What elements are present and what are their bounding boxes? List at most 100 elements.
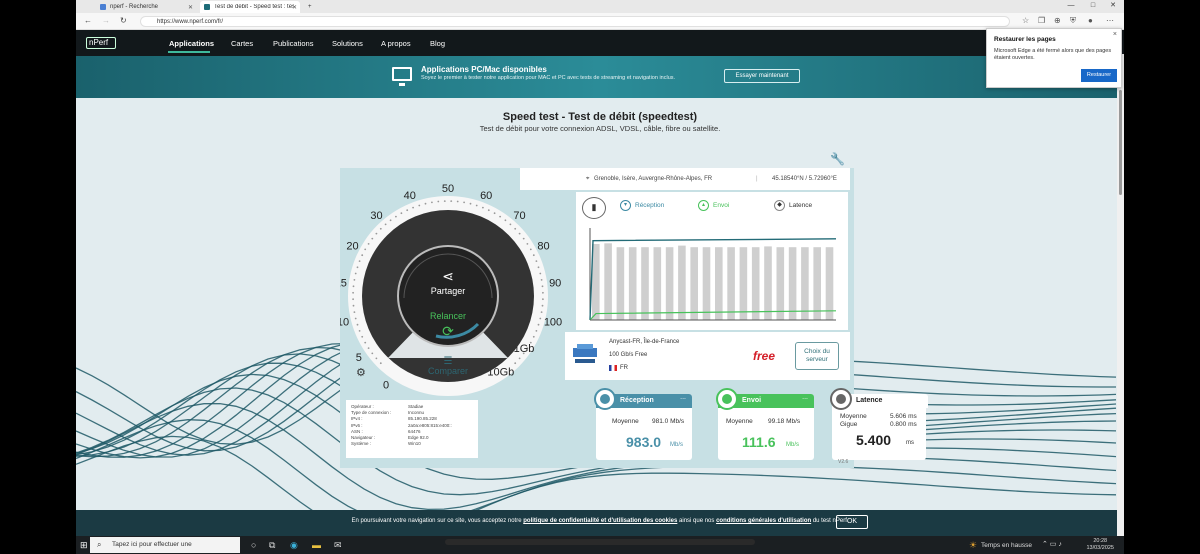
restart-button[interactable]: Relancer — [430, 311, 466, 321]
taskbar-search[interactable]: ⌕ Tapez ici pour effectuer une — [90, 537, 240, 553]
close-tab-icon[interactable]: ✕ — [292, 4, 297, 11]
widgets-icon[interactable]: ⧉ — [269, 539, 275, 551]
date: 13/03/2025 — [1086, 545, 1114, 551]
refresh-icon: ⟳ — [442, 323, 454, 339]
tray-icons[interactable]: ⌃ ▭ ♪ — [1042, 539, 1062, 551]
maximize-icon[interactable]: □ — [1082, 0, 1104, 12]
mail-icon[interactable]: ✉ — [334, 539, 342, 551]
active-nav-indicator — [168, 51, 210, 53]
sysinfo-value: Win10 — [408, 441, 421, 447]
server-card: Anycast-FR, Île-de-France 100 Gb/s Free … — [565, 332, 850, 380]
collections-icon[interactable]: ❐ — [1038, 16, 1045, 25]
nperf-logo[interactable]: nPerf — [86, 37, 116, 49]
url-field[interactable]: https://www.nperf.com/fr/ — [140, 16, 1010, 27]
explorer-icon[interactable]: ▬ — [312, 539, 321, 551]
settings-wrench-icon[interactable]: 🔧 — [830, 152, 845, 166]
profile-icon[interactable]: ● — [1088, 16, 1093, 25]
gauge-tick-dot — [541, 304, 544, 307]
more-dots-icon[interactable]: ... — [680, 394, 686, 401]
clock[interactable]: 20:28 13/03/2025 — [1086, 538, 1114, 552]
page-content: nPerf Applications Cartes Publications S… — [76, 30, 1124, 536]
cookie-text: En poursuivant votre navigation sur ce s… — [76, 518, 1124, 524]
scrollbar-thumb[interactable] — [1119, 90, 1122, 195]
gauge-tick-dot — [539, 317, 542, 320]
refresh-icon[interactable]: ↻ — [120, 16, 127, 25]
gauge-tick-dot — [364, 248, 367, 251]
tab-label: nperf - Recherche — [110, 4, 159, 10]
tab-strip: nperf - Recherche ✕ Test de débit - Speed… — [76, 0, 1124, 13]
gauge-tick-dot — [361, 254, 364, 257]
horizontal-scrollbar[interactable] — [445, 539, 755, 545]
result-reception: Réception ... Moyenne 981.0 Mb/s 983.0 M… — [594, 388, 692, 460]
gauge-tick-dot — [532, 335, 535, 338]
site-navbar: nPerf Applications Cartes Publications S… — [76, 30, 1124, 56]
gauge-tick-label: 40 — [404, 190, 416, 202]
close-tab-icon[interactable]: ✕ — [188, 4, 193, 11]
restore-pages-popup: Restaurer les pages × Microsoft Edge a é… — [986, 28, 1122, 88]
gauge-tick-label: 10 — [340, 316, 349, 328]
gauge-tick-label: 80 — [537, 241, 549, 253]
speed-gauge: 05101520304050607080901001Gb10GbPartager… — [340, 184, 562, 396]
gauge-tick-dot — [358, 260, 361, 262]
favorites-icon[interactable]: ☆ — [1022, 16, 1029, 25]
chart-bar — [653, 247, 662, 320]
gauge-tick-dot — [375, 232, 378, 235]
gauge-tick-dot — [537, 323, 540, 326]
extensions-icon[interactable]: ⊕ — [1054, 16, 1061, 25]
task-view-icon[interactable]: ○ — [251, 539, 256, 551]
chart-bar — [727, 247, 735, 320]
choose-server-button[interactable]: Choix du serveur — [795, 342, 839, 370]
gauge-tick-dot — [431, 201, 433, 204]
nav-cartes[interactable]: Cartes — [231, 39, 253, 48]
chart-bar — [678, 245, 686, 320]
tab-speedtest[interactable]: Test de débit - Speed test : testez...✕ — [200, 1, 300, 13]
tab-search[interactable]: nperf - Recherche ✕ — [96, 1, 196, 13]
forward-icon[interactable]: → — [102, 16, 110, 25]
privacy-link[interactable]: politique de confidentialité et d'utilis… — [523, 518, 677, 524]
nav-solutions[interactable]: Solutions — [332, 39, 363, 48]
shield-icon[interactable]: ⛨ — [1070, 16, 1076, 26]
gauge-tick-label: 5 — [356, 352, 362, 364]
search-favicon-icon — [100, 4, 106, 10]
avg-label: Moyenne — [612, 418, 639, 425]
gauge-tick-dot — [537, 266, 540, 269]
gauge-tick-dot — [529, 248, 532, 251]
nav-blog[interactable]: Blog — [430, 39, 445, 48]
big-unit: ms — [906, 440, 914, 446]
windows-start-icon[interactable]: ⊞ — [80, 539, 88, 551]
cookie-ok-button[interactable]: OK — [836, 515, 868, 529]
nav-applications[interactable]: Applications — [169, 39, 214, 48]
gauge-tick-dot — [395, 215, 397, 218]
gauge-tick-dot — [437, 200, 440, 203]
terms-link[interactable]: conditions générales d'utilisation — [716, 518, 811, 524]
nav-publications[interactable]: Publications — [273, 39, 313, 48]
gauge-tick-dot — [418, 204, 421, 207]
address-bar-row: ← → ↻ https://www.nperf.com/fr/ ☆ ❐ ⊕ ⛨ … — [76, 13, 1124, 30]
avg-value: 5.606 ms — [890, 413, 917, 420]
reception-arrow-icon — [594, 388, 616, 410]
page-title: Speed test - Test de débit (speedtest) — [502, 111, 698, 123]
gauge-tick-dot — [424, 202, 427, 205]
gauge-tick-dot — [526, 243, 529, 245]
monitor-icon — [392, 67, 412, 86]
server-capacity: 100 Gb/s Free — [609, 352, 648, 358]
close-window-icon[interactable]: ✕ — [1102, 0, 1124, 12]
compare-button[interactable]: Comparer — [428, 366, 468, 376]
browser-window: nperf - Recherche ✕ Test de débit - Speed… — [76, 0, 1124, 536]
restore-button[interactable]: Restaurer — [1081, 69, 1117, 82]
result-title: Réception — [620, 397, 654, 404]
gauge-tick-dot — [384, 223, 387, 226]
gauge-tick-dot — [352, 291, 354, 294]
popup-close-icon[interactable]: × — [1113, 31, 1117, 38]
speed-chart: ▮ ▾ Réception ▴ Envoi ◆ Latence — [576, 192, 848, 330]
nav-apropos[interactable]: A propos — [381, 39, 411, 48]
new-tab-button[interactable]: + — [304, 1, 316, 13]
edge-icon[interactable]: ◉ — [290, 539, 298, 551]
big-value: 5.400 — [856, 432, 892, 448]
more-dots-icon[interactable]: ... — [802, 394, 808, 401]
try-now-button[interactable]: Essayer maintenant — [724, 69, 800, 83]
minimize-icon[interactable]: — — [1060, 0, 1082, 12]
share-button[interactable]: Partager — [431, 286, 466, 296]
more-icon[interactable]: ⋯ — [1106, 16, 1114, 25]
back-icon[interactable]: ← — [84, 16, 92, 25]
